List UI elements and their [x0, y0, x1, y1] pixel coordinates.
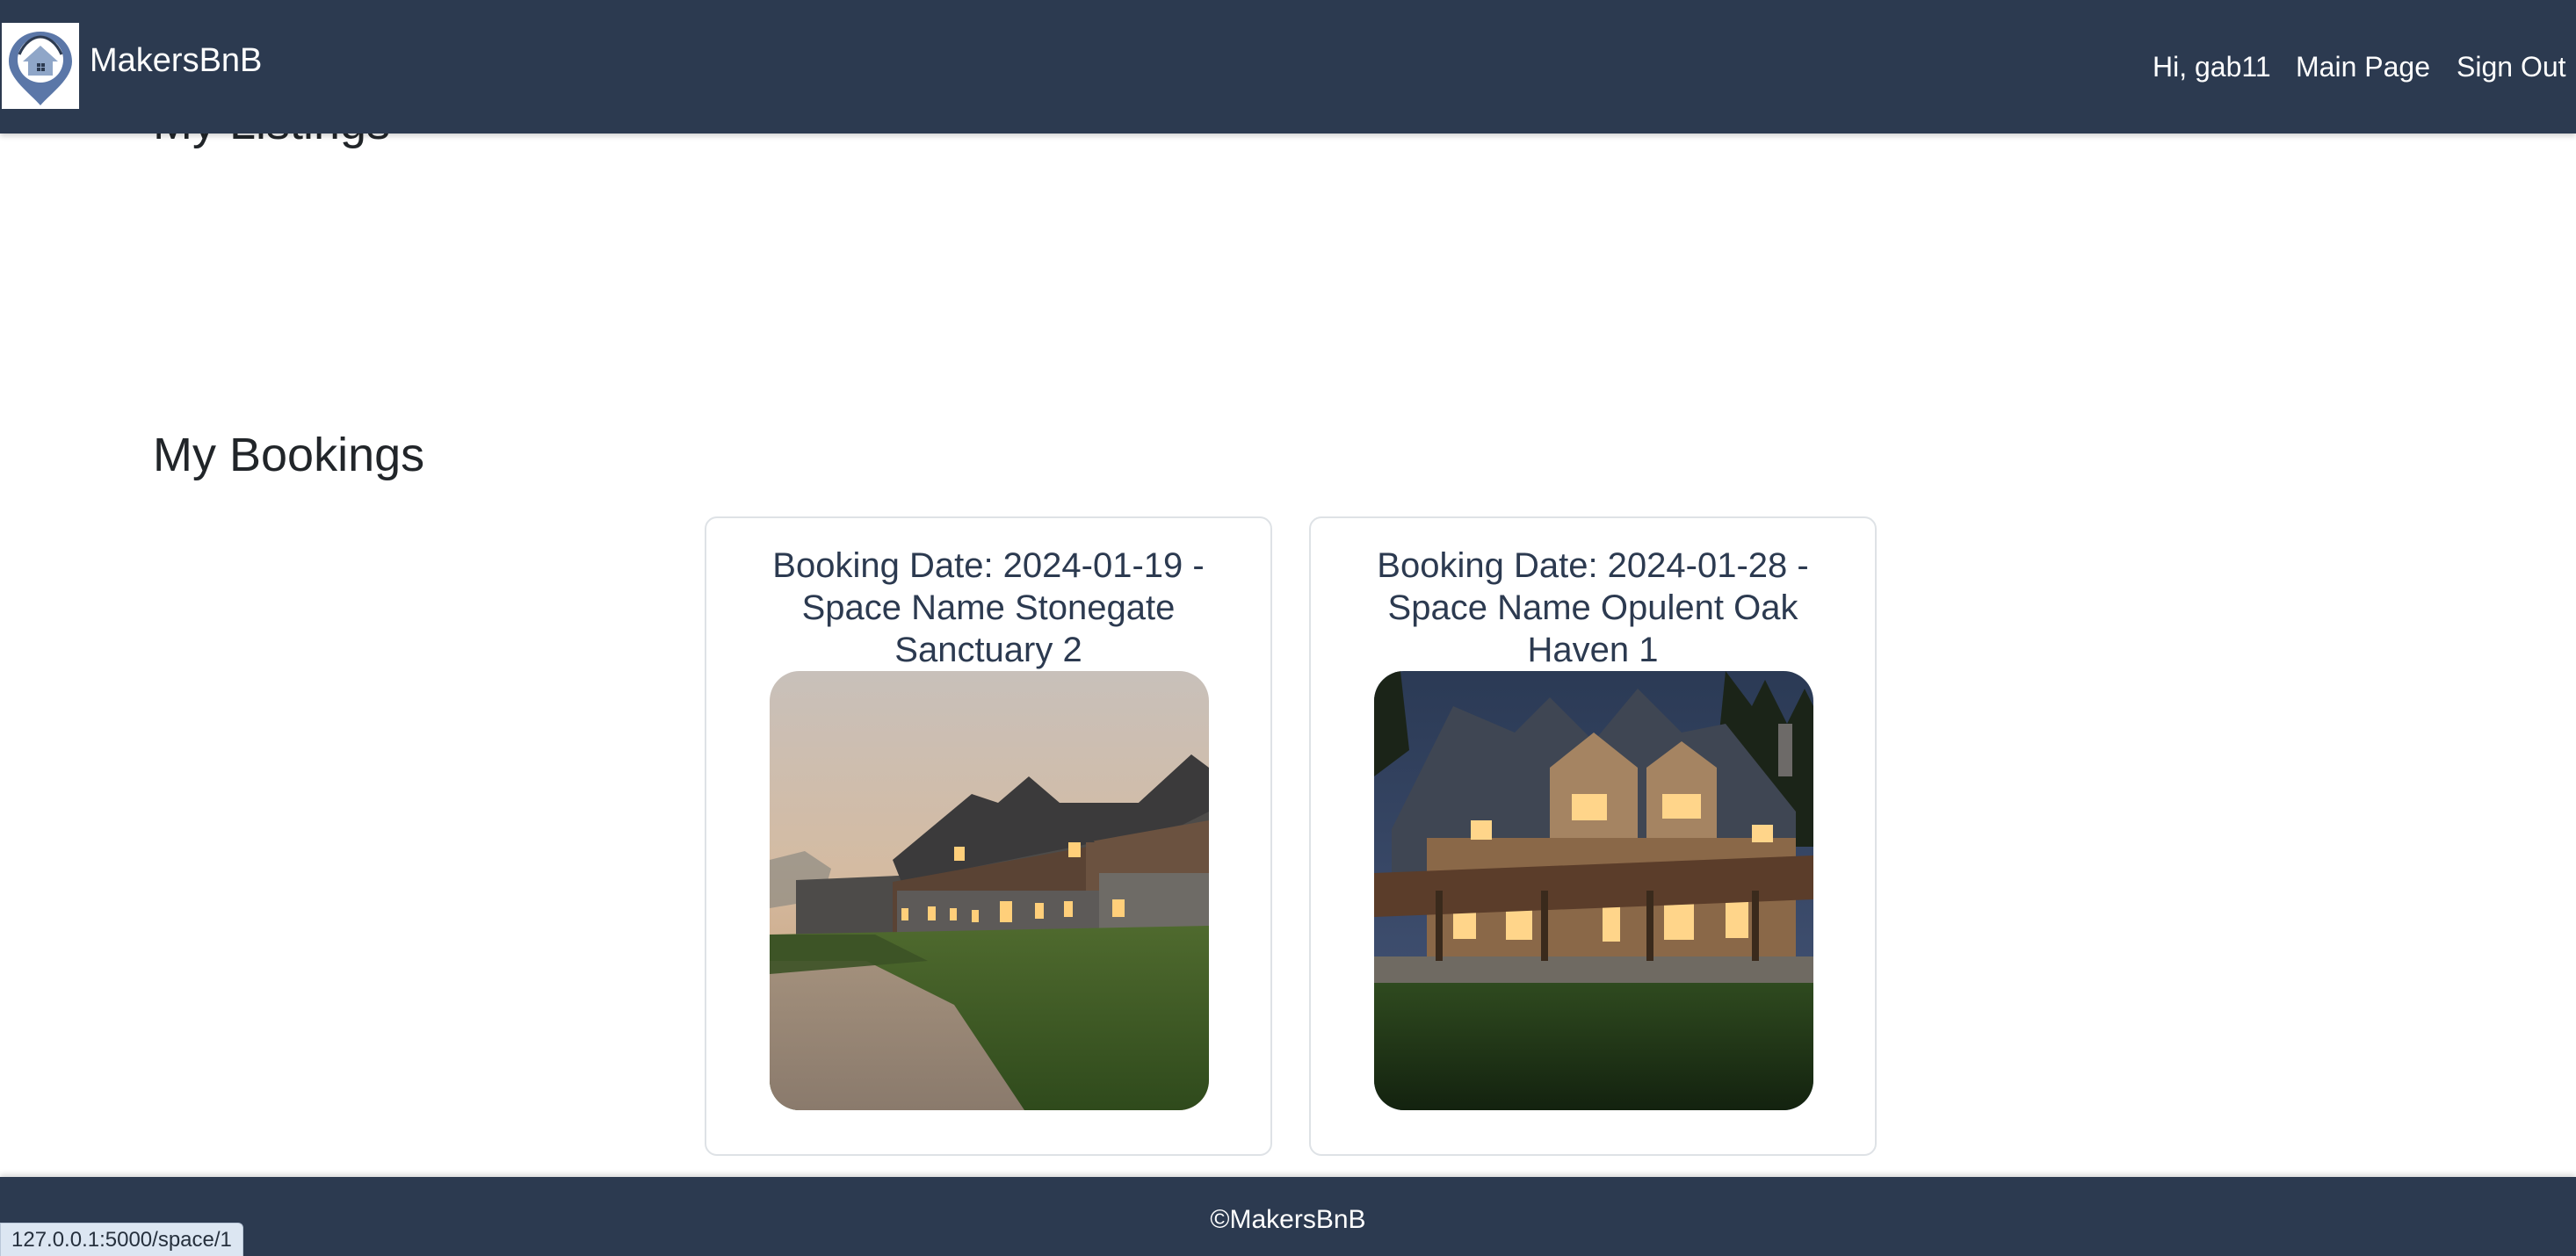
booking-card-title: Booking Date: 2024-01-19 - Space Name St…	[772, 546, 1205, 669]
sign-out-link[interactable]: Sign Out	[2457, 49, 2566, 84]
stone-farmhouse-dusk-image[interactable]	[770, 671, 1209, 1110]
location-pin-house-logo-icon[interactable]	[2, 23, 79, 109]
footer: ©MakersBnB	[0, 1177, 2576, 1256]
brand-name[interactable]: MakersBnB	[90, 40, 262, 81]
status-bar-url: 127.0.0.1:5000/space/1	[0, 1223, 243, 1256]
footer-copyright: ©MakersBnB	[1210, 1205, 1366, 1234]
navbar: MakersBnB Hi, gab11 Main Page Sign Out	[0, 0, 2576, 134]
booking-card[interactable]: Booking Date: 2024-01-28 - Space Name Op…	[1309, 516, 1877, 1156]
booking-card[interactable]: Booking Date: 2024-01-19 - Space Name St…	[705, 516, 1272, 1156]
timber-manor-night-image[interactable]	[1374, 671, 1813, 1110]
booking-card-title: Booking Date: 2024-01-28 - Space Name Op…	[1377, 546, 1809, 669]
main-page-link[interactable]: Main Page	[2296, 49, 2430, 84]
my-bookings-heading: My Bookings	[153, 429, 425, 481]
user-greeting-link[interactable]: Hi, gab11	[2153, 49, 2271, 84]
page: My Listings My Bookings Booking Date: 20…	[0, 0, 2576, 1256]
